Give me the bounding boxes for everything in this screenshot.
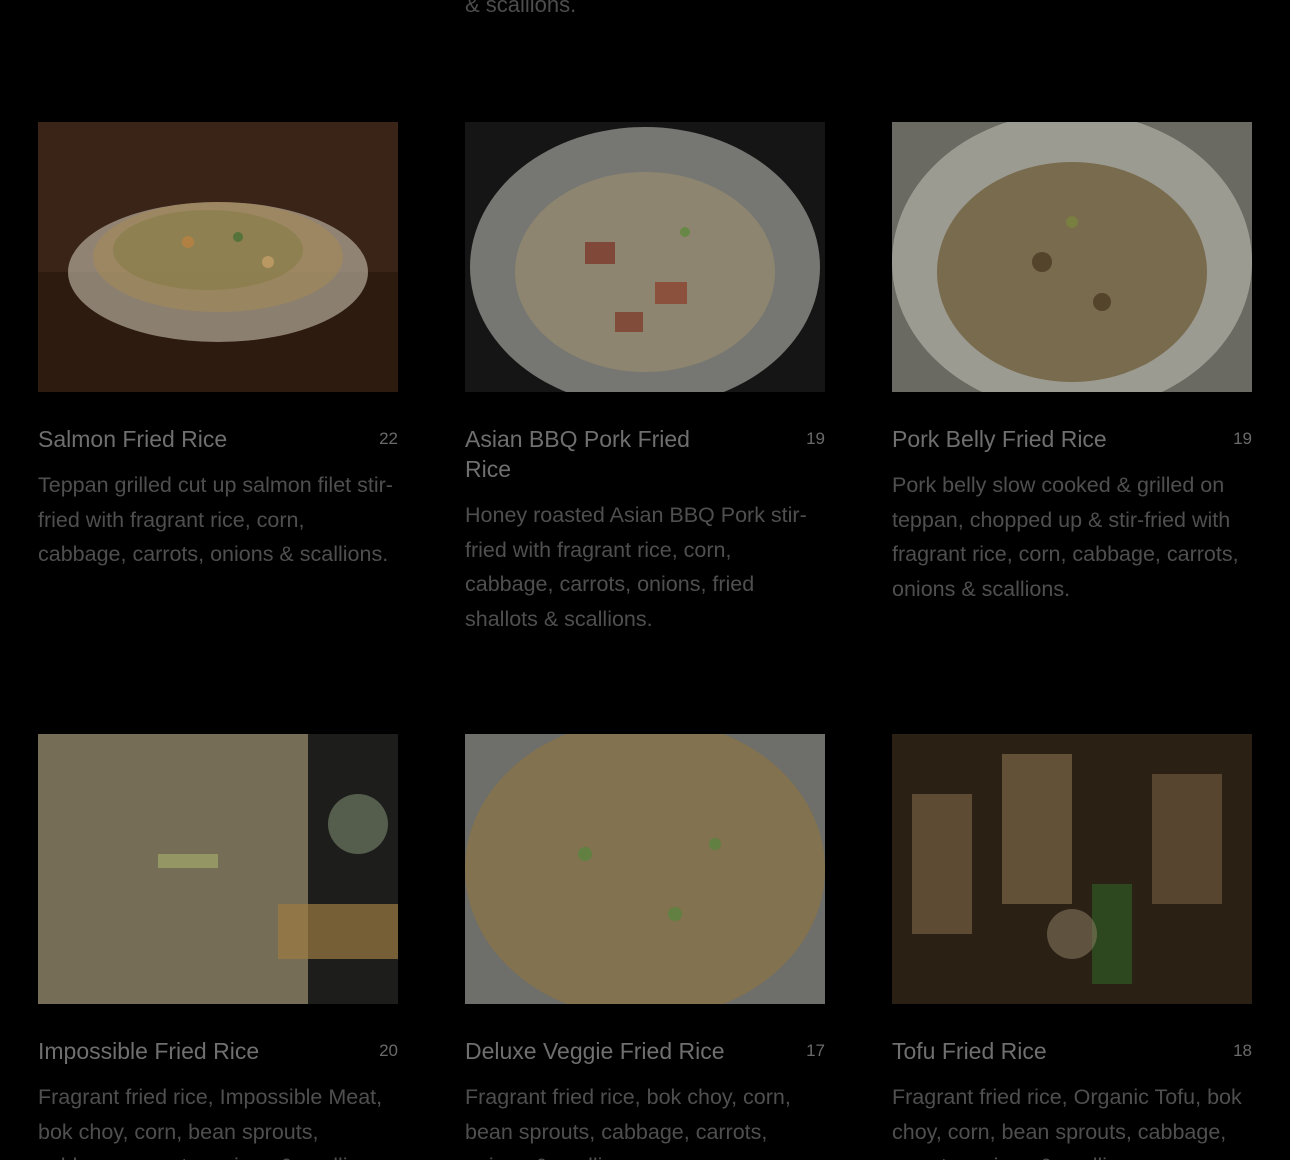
menu-item-card[interactable]: Impossible Fried Rice 20 Fragrant fried … [38, 734, 398, 1160]
dish-photo[interactable] [465, 734, 825, 1004]
previous-item-description-fragment: & scallions. [465, 0, 577, 17]
dish-photo[interactable] [892, 734, 1252, 1004]
dish-photo[interactable] [38, 734, 398, 1004]
menu-item-card[interactable]: Pork Belly Fried Rice 19 Pork belly slow… [892, 122, 1252, 606]
dish-photo[interactable] [38, 122, 398, 392]
dish-description: Pork belly slow cooked & grilled on tepp… [892, 473, 1239, 601]
dish-name: Tofu Fried Rice [892, 1038, 1047, 1064]
dish-description: Fragrant fried rice, bok choy, corn, bea… [465, 1085, 791, 1160]
dish-name: Deluxe Veggie Fried Rice [465, 1038, 725, 1064]
menu-item-card[interactable]: Salmon Fried Rice 22 Teppan grilled cut … [38, 122, 398, 572]
dish-price: 22 [379, 429, 398, 448]
dish-price: 17 [806, 1041, 825, 1060]
dish-description: Fragrant fried rice, Impossible Meat, bo… [38, 1085, 388, 1160]
menu-item-card[interactable]: Asian BBQ Pork Fried Rice 19 Honey roast… [465, 122, 825, 636]
dish-photo[interactable] [892, 122, 1252, 392]
menu-page: & scallions. Salmon Fried Rice 22 Teppan… [0, 0, 1290, 1160]
dish-price: 19 [1233, 429, 1252, 448]
dish-name: Salmon Fried Rice [38, 426, 228, 452]
dish-name: Pork Belly Fried Rice [892, 426, 1107, 452]
menu-item-card[interactable]: Deluxe Veggie Fried Rice 17 Fragrant fri… [465, 734, 825, 1160]
dish-name: Asian BBQ Pork Fried Rice [465, 426, 690, 482]
dish-price: 19 [806, 429, 825, 448]
dish-price: 18 [1233, 1041, 1252, 1060]
dish-price: 20 [379, 1041, 398, 1060]
dish-name: Impossible Fried Rice [38, 1038, 260, 1064]
dish-description: Honey roasted Asian BBQ Pork stir-fried … [465, 503, 807, 631]
dish-description: Teppan grilled cut up salmon filet stir-… [38, 473, 393, 566]
dish-photo[interactable] [465, 122, 825, 392]
menu-item-card[interactable]: Tofu Fried Rice 18 Fragrant fried rice, … [892, 734, 1252, 1160]
dish-description: Fragrant fried rice, Organic Tofu, bok c… [892, 1085, 1242, 1160]
